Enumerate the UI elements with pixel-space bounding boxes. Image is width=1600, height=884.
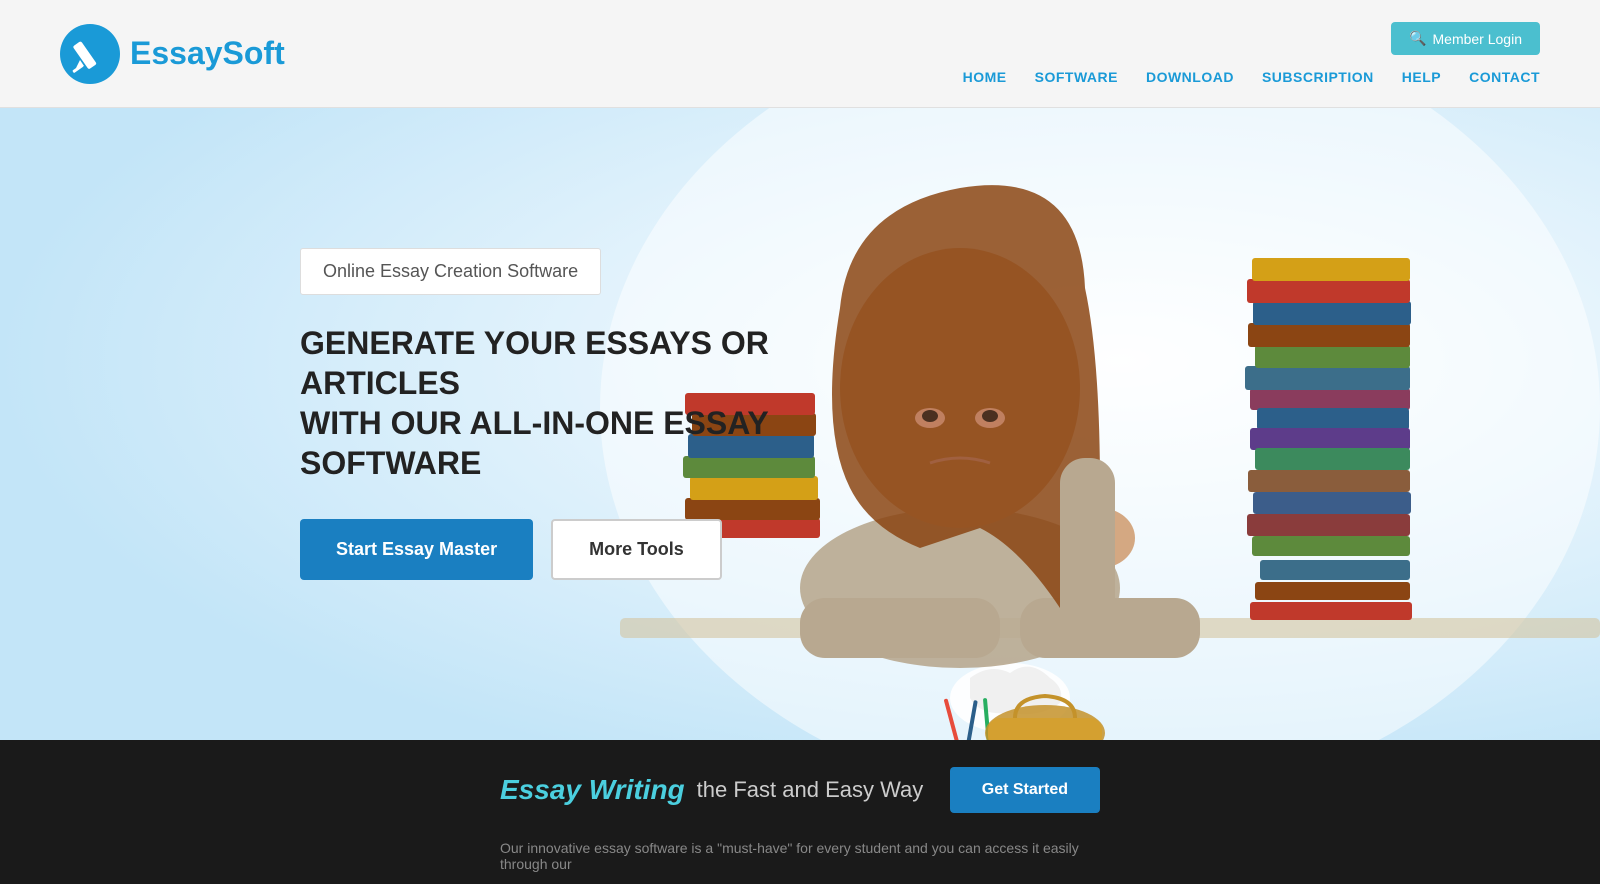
nav-subscription[interactable]: SUBSCRIPTION (1262, 69, 1374, 85)
member-login-icon: 🔍 (1409, 30, 1426, 47)
footer-writing-text: Essay Writing (500, 774, 685, 806)
header-right: 🔍 Member Login HOME SOFTWARE DOWNLOAD SU… (963, 22, 1540, 85)
nav-home[interactable]: HOME (963, 69, 1007, 85)
main-nav: HOME SOFTWARE DOWNLOAD SUBSCRIPTION HELP… (963, 69, 1540, 85)
hero-subtitle-box: Online Essay Creation Software (300, 248, 601, 295)
footer-band: Essay Writing the Fast and Easy Way Get … (0, 740, 1600, 840)
nav-software[interactable]: SOFTWARE (1035, 69, 1118, 85)
nav-help[interactable]: HELP (1402, 69, 1441, 85)
nav-download[interactable]: DOWNLOAD (1146, 69, 1234, 85)
hero-heading: GENERATE YOUR ESSAYS OR ARTICLES WITH OU… (300, 323, 860, 483)
start-essay-master-button[interactable]: Start Essay Master (300, 519, 533, 580)
site-header: EssaySoft 🔍 Member Login HOME SOFTWARE D… (0, 0, 1600, 108)
footer-tagline: the Fast and Easy Way (697, 777, 924, 803)
hero-section: Online Essay Creation Software GENERATE … (0, 108, 1600, 740)
member-login-button[interactable]: 🔍 Member Login (1391, 22, 1540, 55)
footer-sub-text: Our innovative essay software is a "must… (0, 840, 1600, 884)
hero-content: Online Essay Creation Software GENERATE … (300, 248, 860, 580)
logo-text: EssaySoft (130, 35, 285, 72)
logo[interactable]: EssaySoft (60, 24, 285, 84)
nav-contact[interactable]: CONTACT (1469, 69, 1540, 85)
hero-subtitle: Online Essay Creation Software (323, 261, 578, 281)
logo-icon (60, 24, 120, 84)
hero-buttons: Start Essay Master More Tools (300, 519, 860, 580)
more-tools-button[interactable]: More Tools (551, 519, 722, 580)
footer-cta-button[interactable]: Get Started (950, 767, 1100, 813)
